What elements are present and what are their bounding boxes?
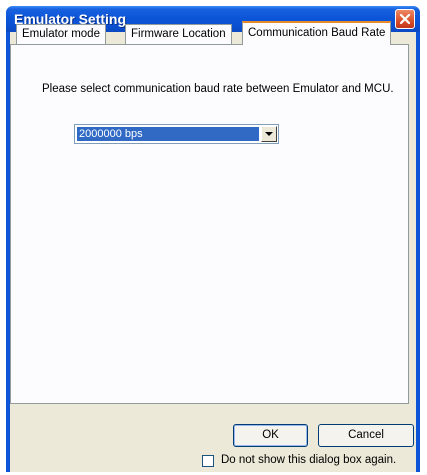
baud-rate-prompt: Please select communication baud rate be… [42,83,394,95]
chevron-down-icon [265,132,273,136]
baud-rate-selected-value: 2000000 bps [77,127,259,141]
close-button[interactable] [395,9,415,29]
tab-firmware-location[interactable]: Firmware Location [125,24,232,44]
tab-emulator-mode[interactable]: Emulator mode [16,24,106,44]
tab-label: Communication Baud Rate [248,27,386,39]
tab-panel [10,44,409,404]
do-not-show-checkbox[interactable] [202,455,214,467]
tab-communication-baud-rate[interactable]: Communication Baud Rate [242,21,392,45]
do-not-show-label: Do not show this dialog box again. [221,454,397,466]
cancel-button[interactable]: Cancel [318,424,414,447]
tab-label: Emulator mode [22,28,100,40]
tab-label: Firmware Location [131,28,226,40]
dropdown-button[interactable] [261,126,277,142]
baud-rate-select[interactable]: 2000000 bps [74,124,279,144]
close-icon [399,13,411,25]
ok-button[interactable]: OK [233,424,308,447]
